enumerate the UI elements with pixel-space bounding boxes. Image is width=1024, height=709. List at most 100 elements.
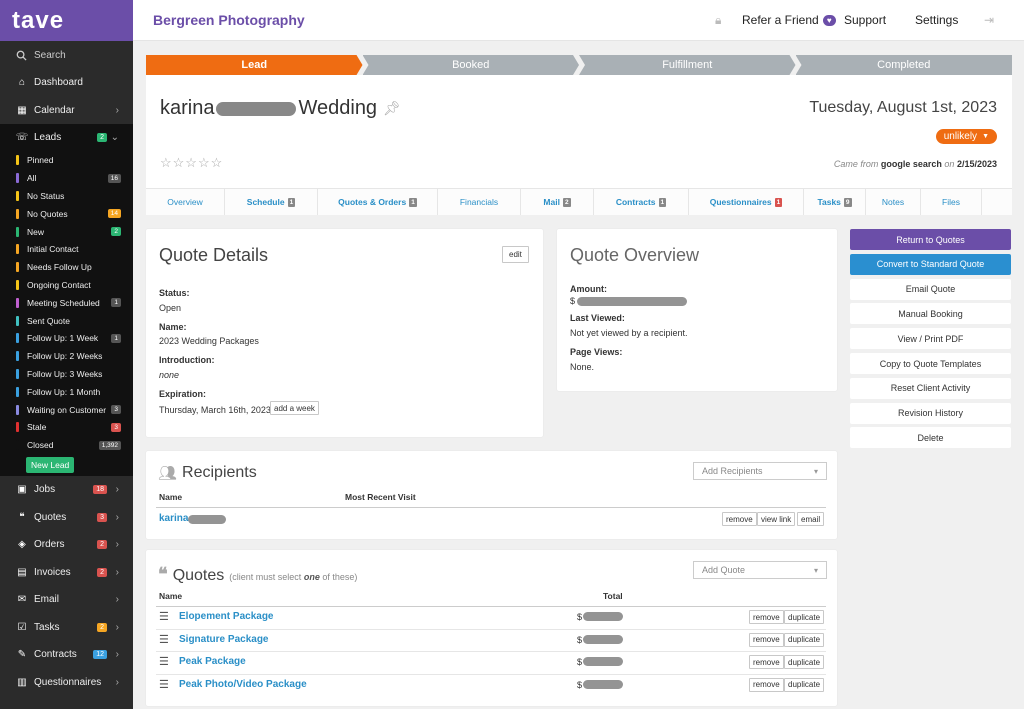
sidebar-subitem[interactable]: Stale 3 xyxy=(0,418,133,437)
sidebar-subitem[interactable]: Initial Contact xyxy=(0,240,133,259)
sidebar-subitem[interactable]: New 2 xyxy=(0,222,133,241)
stage-booked[interactable]: Booked xyxy=(363,55,580,75)
orders-icon: ◈ xyxy=(18,539,26,551)
new-lead-button[interactable]: New Lead xyxy=(26,457,75,474)
tab-tasks[interactable]: Tasks 9 xyxy=(804,189,866,215)
recipient-name[interactable]: karina xyxy=(159,513,188,524)
tab-contracts[interactable]: Contracts 1 xyxy=(594,189,689,215)
chevron-right-icon: › xyxy=(115,621,119,633)
sidebar-subitem[interactable]: Closed 1,392 xyxy=(0,436,133,455)
edit-button[interactable]: edit xyxy=(502,246,529,263)
sidebar-subitem[interactable]: Pinned xyxy=(0,151,133,170)
remove-quote-button[interactable]: remove xyxy=(749,610,784,624)
add-week-button[interactable]: add a week xyxy=(270,401,319,415)
action-manual-booking-button[interactable]: Manual Booking xyxy=(850,303,1011,325)
sidebar-item-questionnaires[interactable]: ▥ Questionnaires › xyxy=(0,669,133,697)
drag-handle-icon[interactable]: ☰ xyxy=(159,655,169,668)
sidebar-subitem[interactable]: Follow Up: 1 Week 1 xyxy=(0,329,133,348)
sidebar-item-orders[interactable]: ◈ Orders 2 › xyxy=(0,531,133,559)
action-reset-client-activity-button[interactable]: Reset Client Activity xyxy=(850,377,1011,399)
sidebar-search[interactable]: Search xyxy=(0,41,133,69)
quote-row-name[interactable]: Peak Photo/Video Package xyxy=(179,679,307,690)
quotes-header: ❝ Quotes (client must select one of thes… xyxy=(158,564,357,585)
duplicate-quote-button[interactable]: duplicate xyxy=(784,610,825,624)
quote-row-name[interactable]: Peak Package xyxy=(179,656,246,667)
add-recipients-dropdown[interactable]: Add Recipients xyxy=(693,462,827,480)
sidebar-item-contracts[interactable]: ✎ Contracts 12 › xyxy=(0,641,133,669)
action-copy-to-quote-templates-button[interactable]: Copy to Quote Templates xyxy=(850,353,1011,374)
action-email-quote-button[interactable]: Email Quote xyxy=(850,278,1011,300)
quote-details-title: Quote Details xyxy=(159,245,269,265)
sidebar-item-label: Jobs xyxy=(34,484,56,496)
quote-row-name[interactable]: Elopement Package xyxy=(179,611,273,622)
sidebar-subitem-label: Follow Up: 3 Weeks xyxy=(27,368,103,379)
sidebar-item-dashboard[interactable]: ⌂ Dashboard xyxy=(0,69,133,97)
sidebar-item-leads[interactable]: ☏ Leads 2 ⌄ xyxy=(0,124,133,152)
sidebar-subitem[interactable]: Ongoing Contact xyxy=(0,276,133,294)
status-dropdown[interactable]: unlikely ▼ xyxy=(935,129,997,144)
duplicate-quote-button[interactable]: duplicate xyxy=(784,632,825,647)
drag-handle-icon[interactable]: ☰ xyxy=(159,633,169,646)
tab-financials[interactable]: Financials xyxy=(438,189,521,215)
tave-logo[interactable]: tave xyxy=(0,0,133,41)
action-convert-to-standard-quote-button[interactable]: Convert to Standard Quote xyxy=(850,253,1011,275)
quote-details-card: Quote Details edit Status: Open Name: 20… xyxy=(146,229,543,437)
view-link-button[interactable]: view link xyxy=(757,512,796,526)
drag-handle-icon[interactable]: ☰ xyxy=(159,610,169,623)
sidebar-item-invoices[interactable]: ▤ Invoices 2 › xyxy=(0,559,133,587)
sidebar-item-tasks[interactable]: ☑ Tasks 2 › xyxy=(0,614,133,642)
sidebar-subitem[interactable]: Sent Quote xyxy=(0,311,133,330)
remove-quote-button[interactable]: remove xyxy=(749,632,784,647)
drag-handle-icon[interactable]: ☰ xyxy=(159,678,169,691)
sidebar-subitem[interactable]: No Quotes 14 xyxy=(0,204,133,223)
sidebar-subitem-label: New xyxy=(27,226,45,237)
sidebar-subitem[interactable]: Meeting Scheduled 1 xyxy=(0,293,133,312)
redacted-total xyxy=(583,612,623,621)
sidebar-subitem[interactable]: Follow Up: 1 Month xyxy=(0,382,133,401)
add-quote-dropdown[interactable]: Add Quote xyxy=(693,561,827,579)
tab-label: Financials xyxy=(459,197,499,207)
redacted-name xyxy=(216,101,297,116)
sidebar-subitem[interactable]: Waiting on Customer 3 xyxy=(0,400,133,419)
remove-quote-button[interactable]: remove xyxy=(749,677,784,692)
duplicate-quote-button[interactable]: duplicate xyxy=(784,655,825,670)
settings-link[interactable]: Settings xyxy=(915,13,958,27)
sidebar-item-label: Leads xyxy=(34,132,62,144)
quote-row-name[interactable]: Signature Package xyxy=(179,634,268,645)
sidebar-subitem[interactable]: Follow Up: 2 Weeks xyxy=(0,347,133,366)
tab-notes[interactable]: Notes xyxy=(866,189,921,215)
sidebar-subitem[interactable]: No Status xyxy=(0,187,133,205)
action-return-to-quotes-button[interactable]: Return to Quotes xyxy=(850,229,1011,250)
came-from-label: Came from xyxy=(833,159,879,169)
action-revision-history-button[interactable]: Revision History xyxy=(850,402,1011,424)
tab-mail[interactable]: Mail 2 xyxy=(521,189,594,215)
remove-recipient-button[interactable]: remove xyxy=(722,512,757,526)
studio-name[interactable]: Bergreen Photography xyxy=(153,12,305,28)
refer-friend-link[interactable]: Refer a Friend ♥ xyxy=(742,13,836,27)
tab-schedule[interactable]: Schedule 1 xyxy=(225,189,318,215)
pin-icon[interactable]: 📌︎ xyxy=(383,100,401,117)
action-delete-button[interactable]: Delete xyxy=(850,427,1011,449)
lock-icon[interactable]: 🔒︎ xyxy=(715,13,721,28)
sidebar-item-calendar[interactable]: ▦ Calendar › xyxy=(0,97,133,125)
action-view-print-pdf-button[interactable]: View / Print PDF xyxy=(850,328,1011,350)
tab-overview[interactable]: Overview xyxy=(146,189,225,215)
sidebar-item-email[interactable]: ✉ Email › xyxy=(0,586,133,614)
sidebar-subitem[interactable]: Needs Follow Up xyxy=(0,258,133,277)
sidebar-item-jobs[interactable]: ▣ Jobs 18 › xyxy=(0,476,133,504)
remove-quote-button[interactable]: remove xyxy=(749,655,784,670)
stage-fulfillment[interactable]: Fulfillment xyxy=(579,55,796,75)
sidebar-subitem[interactable]: All 16 xyxy=(0,169,133,188)
tab-questionnaires[interactable]: Questionnaires 1 xyxy=(689,189,804,215)
rating-stars[interactable]: ☆☆☆☆☆ xyxy=(160,155,223,171)
duplicate-quote-button[interactable]: duplicate xyxy=(784,677,825,692)
tab-quotes-orders[interactable]: Quotes & Orders 1 xyxy=(318,189,438,215)
email-recipient-button[interactable]: email xyxy=(797,512,825,526)
sidebar-subitem[interactable]: Follow Up: 3 Weeks xyxy=(0,365,133,383)
support-link[interactable]: Support xyxy=(844,13,886,27)
stage-completed[interactable]: Completed xyxy=(795,55,1012,75)
stage-lead[interactable]: Lead xyxy=(146,55,363,75)
tab-files[interactable]: Files xyxy=(921,189,982,215)
logout-icon[interactable]: ⇥ xyxy=(984,13,994,27)
sidebar-item-quotes[interactable]: ❝ Quotes 3 › xyxy=(0,504,133,532)
